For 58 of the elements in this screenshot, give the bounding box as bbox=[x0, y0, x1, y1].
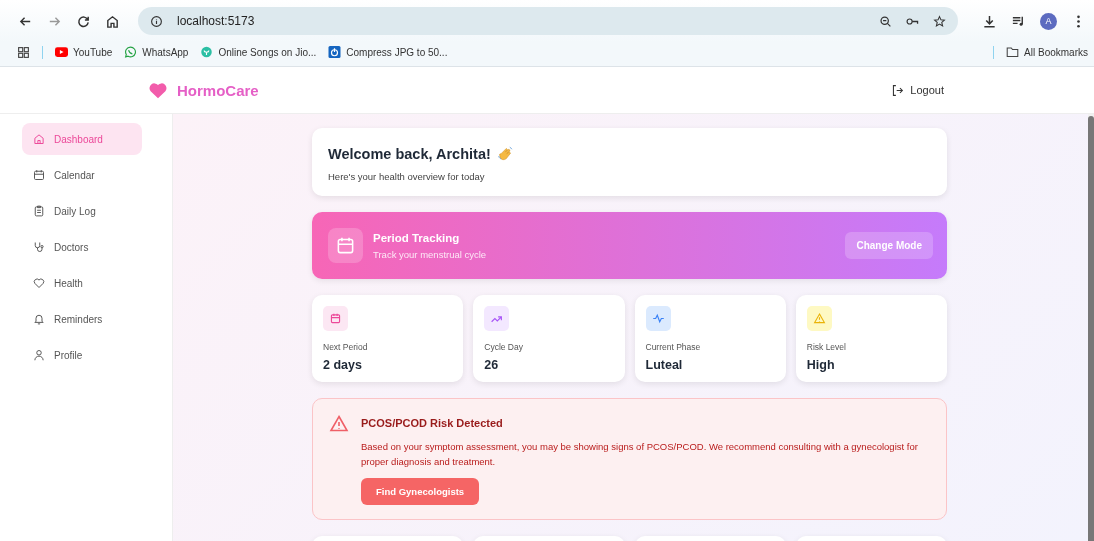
star-icon[interactable] bbox=[933, 14, 946, 28]
home-icon bbox=[33, 133, 45, 145]
stat-value: 26 bbox=[484, 358, 499, 372]
logout-button[interactable]: Logout bbox=[891, 83, 944, 97]
stat-label: Risk Level bbox=[806, 342, 846, 352]
download-icon[interactable] bbox=[982, 13, 997, 29]
sidebar-item[interactable]: Profile bbox=[22, 339, 142, 371]
banner-subtitle: Track your menstrual cycle bbox=[373, 248, 488, 260]
welcome-subtitle: Here's your health overview for today bbox=[328, 171, 486, 182]
heart-icon bbox=[33, 277, 45, 289]
all-bookmarks[interactable]: All Bookmarks bbox=[1006, 46, 1088, 58]
stat-value: Luteal bbox=[645, 358, 683, 372]
stat-value: High bbox=[806, 358, 835, 372]
bookmark[interactable]: Compress JPG to 50... bbox=[328, 46, 448, 58]
play-logo-icon bbox=[55, 46, 68, 58]
alert-title: PCOS/PCOD Risk Detected bbox=[361, 417, 503, 429]
user-icon bbox=[33, 349, 45, 361]
heart-logo-icon bbox=[148, 81, 168, 99]
stat-label: Next Period bbox=[323, 342, 368, 352]
pulse-icon bbox=[645, 306, 671, 331]
alert-message: Based on your symptom assessment, you may be showing signs of PCOS/PCOD. We recommend consulting with a gynecologist for proper diagnosis and treatment. bbox=[361, 440, 919, 469]
sidebar-item[interactable]: Reminders bbox=[22, 303, 142, 335]
clipboard-icon bbox=[33, 205, 45, 217]
scrollbar[interactable] bbox=[1088, 114, 1094, 541]
folder-icon bbox=[1006, 46, 1020, 58]
home-icon[interactable] bbox=[105, 13, 120, 29]
trend-icon bbox=[484, 306, 510, 331]
stethoscope-icon bbox=[33, 241, 45, 253]
sidebar-item[interactable]: Health bbox=[22, 267, 142, 299]
zoom-icon[interactable] bbox=[879, 14, 892, 28]
warning-icon bbox=[329, 414, 349, 434]
music-circle-icon bbox=[200, 46, 214, 58]
sidebar-item[interactable]: Calendar bbox=[22, 159, 142, 191]
profile-avatar[interactable]: A bbox=[1040, 12, 1057, 30]
warning-icon bbox=[806, 306, 832, 331]
calendar-icon bbox=[33, 169, 45, 181]
bookmark[interactable]: Online Songs on Jio... bbox=[200, 46, 317, 58]
reload-icon[interactable] bbox=[76, 13, 91, 29]
stat-label: Cycle Day bbox=[484, 342, 523, 352]
address-bar[interactable]: localhost:5173 bbox=[138, 7, 958, 35]
info-icon[interactable] bbox=[150, 14, 163, 28]
apps-icon[interactable] bbox=[17, 45, 30, 59]
brand-name: HormoCare bbox=[177, 81, 259, 99]
bell-icon bbox=[33, 313, 45, 325]
power-icon bbox=[328, 46, 342, 58]
sidebar-item[interactable]: Doctors bbox=[22, 231, 142, 263]
banner-title: Period Tracking bbox=[373, 231, 461, 244]
bookmark[interactable]: WhatsApp bbox=[124, 46, 189, 58]
calendar-icon bbox=[328, 228, 363, 263]
waving-hand-icon bbox=[496, 145, 514, 162]
bookmark[interactable]: YouTube bbox=[55, 46, 113, 58]
sidebar-item[interactable]: Daily Log bbox=[22, 195, 142, 227]
logout-icon bbox=[891, 83, 905, 97]
welcome-title: Welcome back, Archita! bbox=[328, 145, 491, 162]
calendar-icon bbox=[323, 306, 348, 331]
stat-value: 2 days bbox=[323, 358, 362, 372]
stat-label: Current Phase bbox=[645, 342, 701, 352]
chat-bubble-icon bbox=[124, 46, 138, 58]
